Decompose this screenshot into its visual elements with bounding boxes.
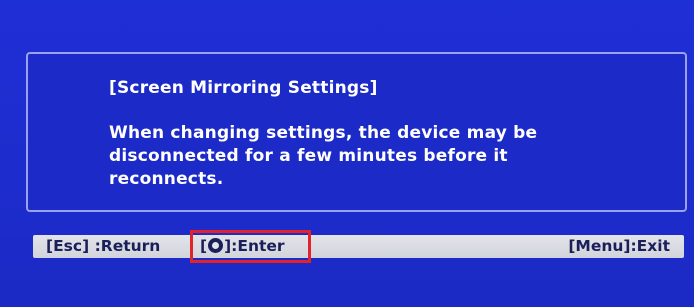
settings-dialog: [Screen Mirroring Settings] When changin…: [26, 52, 687, 212]
message-line: reconnects.: [109, 169, 224, 189]
message-line: disconnected for a few minutes before it: [109, 146, 508, 166]
projector-screen: [Screen Mirroring Settings] When changin…: [0, 0, 694, 307]
dialog-message: When changing settings, the device may b…: [109, 122, 589, 191]
message-line: When changing settings, the device may b…: [109, 123, 538, 143]
enter-highlight-box: [190, 230, 311, 263]
footer-bar: [Esc] :Return []:Enter [Menu]:Exit: [33, 235, 684, 258]
esc-return-hint[interactable]: [Esc] :Return: [46, 235, 160, 258]
dialog-title: [Screen Mirroring Settings]: [109, 78, 378, 98]
menu-exit-hint[interactable]: [Menu]:Exit: [568, 235, 670, 258]
